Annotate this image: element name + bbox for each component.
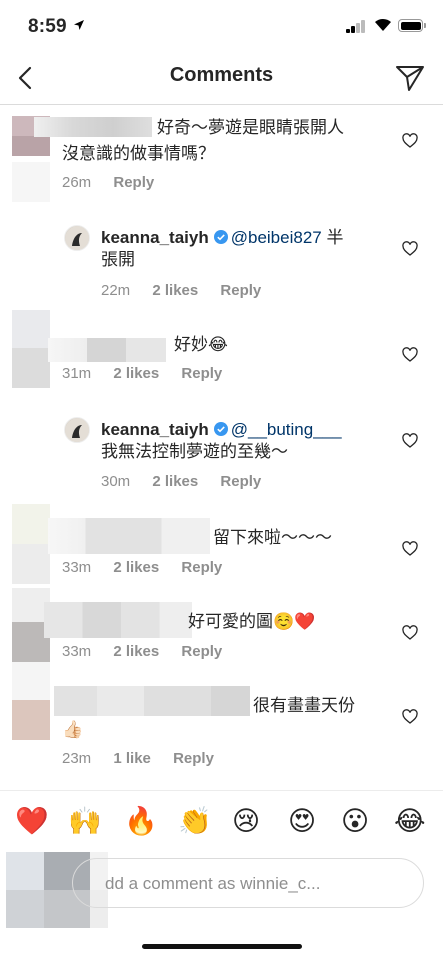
comment-text-line2: 張開	[101, 250, 135, 269]
like-heart-icon[interactable]	[402, 133, 418, 149]
likes-count[interactable]: 2 likes	[113, 559, 159, 576]
username-blurred[interactable]	[54, 686, 250, 716]
avatar[interactable]	[12, 504, 50, 584]
comment-item: 好奇～夢遊是眼睛張開人 沒意識的做事情嗎？ 26m Reply	[0, 104, 443, 204]
comment-item: 很有畫畫天份 👍🏻 23m 1 like Reply	[0, 662, 443, 782]
comment-text: 好妙😂	[174, 335, 228, 354]
reply-button[interactable]: Reply	[220, 473, 261, 490]
comment-meta: 31m 2 likes Reply	[62, 365, 240, 382]
reply-button[interactable]: Reply	[181, 643, 222, 660]
reply-comment-item: keanna_taiyh @__buting___ 我無法控制夢遊的至幾～ 30m…	[0, 410, 443, 500]
location-arrow-icon	[74, 20, 84, 30]
comment-time: 23m	[62, 750, 92, 767]
comment-time: 33m	[62, 643, 92, 660]
like-heart-icon[interactable]	[402, 241, 418, 257]
comment-meta: 22m 2 likes Reply	[101, 282, 279, 299]
comment-text: 好可愛的圖☺️❤️	[188, 612, 316, 631]
reply-button[interactable]: Reply	[113, 174, 154, 191]
comment-input-placeholder[interactable]: dd a comment as winnie_c...	[105, 874, 320, 894]
like-heart-icon[interactable]	[402, 625, 418, 641]
avatar[interactable]	[12, 310, 50, 390]
emoji-fire[interactable]: 🔥	[124, 807, 158, 837]
comment-item: 好妙😂 31m 2 likes Reply	[0, 310, 443, 394]
comment-username[interactable]: keanna_taiyh	[101, 228, 209, 247]
username-blurred[interactable]	[48, 338, 166, 362]
emoji-quick-row: ❤️ 🙌 🔥 👏 😢 😍 😮 😂	[0, 790, 443, 849]
comment-time: 33m	[62, 559, 92, 576]
comment-text-line2: 👍🏻	[62, 720, 84, 739]
username-blurred[interactable]	[34, 117, 152, 137]
comment-input-area: dd a comment as winnie_c...	[0, 848, 443, 928]
direct-send-icon[interactable]	[395, 64, 425, 92]
emoji-clapping[interactable]: 👏	[178, 807, 212, 837]
comment-meta: 33m 2 likes Reply	[62, 643, 240, 660]
like-heart-icon[interactable]	[402, 541, 418, 557]
reply-button[interactable]: Reply	[220, 282, 261, 299]
avatar[interactable]	[64, 417, 90, 443]
username-blurred[interactable]	[44, 602, 192, 638]
nav-bar: Comments	[0, 52, 443, 105]
comment-meta: 23m 1 like Reply	[62, 750, 232, 767]
likes-count[interactable]: 2 likes	[152, 473, 198, 490]
comment-time: 30m	[101, 473, 131, 490]
comment-time: 22m	[101, 282, 131, 299]
comment-text-line2: 我無法控制夢遊的至幾～	[101, 442, 288, 461]
mention-link[interactable]: @beibei827	[231, 228, 322, 247]
reply-button[interactable]: Reply	[181, 559, 222, 576]
verified-badge-icon	[213, 422, 228, 436]
status-bar: 8:59	[0, 0, 443, 52]
avatar[interactable]	[64, 225, 90, 251]
avatar[interactable]	[12, 662, 50, 740]
comment-time: 31m	[62, 365, 92, 382]
comment-meta: 26m Reply	[62, 174, 172, 191]
comment-username[interactable]: keanna_taiyh	[101, 420, 209, 439]
reply-button[interactable]: Reply	[181, 365, 222, 382]
like-heart-icon[interactable]	[402, 433, 418, 449]
mention-link[interactable]: @__buting___	[231, 420, 342, 439]
like-heart-icon[interactable]	[402, 347, 418, 363]
comment-text: 好奇～夢遊是眼睛張開人	[157, 118, 344, 137]
comment-text: keanna_taiyh @beibei827 半	[101, 228, 344, 247]
comment-text: 留下來啦～～～	[213, 528, 332, 547]
likes-count[interactable]: 2 likes	[113, 643, 159, 660]
comment-time: 26m	[62, 174, 92, 191]
username-blurred[interactable]	[48, 518, 210, 554]
emoji-heart-eyes[interactable]: 😍	[288, 807, 316, 837]
battery-tip	[424, 23, 426, 28]
battery-icon	[398, 19, 423, 32]
emoji-raised-hands[interactable]: 🙌	[68, 807, 102, 837]
emoji-tears-of-joy[interactable]: 😂	[394, 807, 426, 837]
emoji-surprised[interactable]: 😮	[341, 807, 369, 837]
comment-item: 留下來啦～～～ 33m 2 likes Reply	[0, 504, 443, 588]
comment-meta: 33m 2 likes Reply	[62, 559, 240, 576]
likes-count[interactable]: 2 likes	[113, 365, 159, 382]
reply-button[interactable]: Reply	[173, 750, 214, 767]
like-heart-icon[interactable]	[402, 709, 418, 725]
emoji-crying[interactable]: 😢	[232, 807, 260, 837]
signal-icon	[346, 20, 368, 33]
comment-text-line2: 沒意識的做事情嗎？	[62, 144, 215, 163]
likes-count[interactable]: 1 like	[113, 750, 151, 767]
emoji-heart[interactable]: ❤️	[15, 807, 49, 837]
likes-count[interactable]: 2 likes	[152, 282, 198, 299]
status-time: 8:59	[28, 16, 67, 37]
home-indicator[interactable]	[142, 944, 302, 949]
comment-meta: 30m 2 likes Reply	[101, 473, 279, 490]
wifi-icon	[375, 18, 391, 31]
page-title: Comments	[169, 64, 274, 86]
verified-badge-icon	[213, 230, 228, 244]
comment-text: 很有畫畫天份	[253, 696, 355, 715]
reply-comment-item: keanna_taiyh @beibei827 半 張開 22m 2 likes …	[0, 218, 443, 308]
